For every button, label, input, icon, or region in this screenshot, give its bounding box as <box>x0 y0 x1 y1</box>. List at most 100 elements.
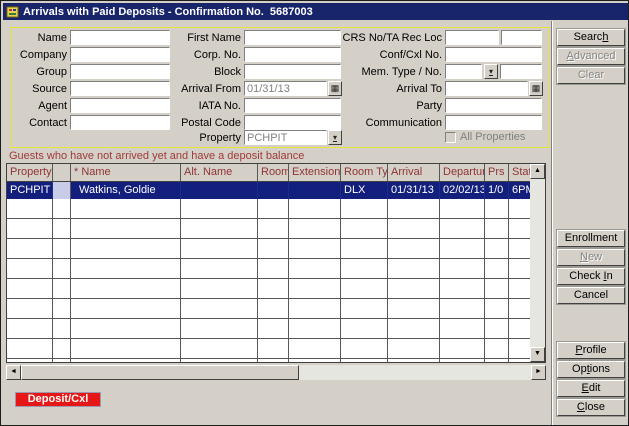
empty-cell <box>341 259 388 278</box>
conf-cxl-input[interactable] <box>445 47 542 62</box>
empty-cell <box>485 359 509 363</box>
empty-cell <box>53 259 71 278</box>
title-bar[interactable]: Arrivals with Paid Deposits - Confirmati… <box>3 3 628 20</box>
party-input[interactable] <box>445 98 542 113</box>
arrival-to-input[interactable] <box>445 81 528 96</box>
empty-cell <box>53 319 71 338</box>
table-header-room-type[interactable]: Room Type <box>341 164 388 181</box>
deposit-cxl-button[interactable]: Deposit/Cxl <box>15 392 101 407</box>
empty-cell <box>71 359 181 363</box>
scroll-down-icon[interactable]: ▼ <box>530 347 545 362</box>
empty-cell <box>341 339 388 358</box>
empty-cell <box>388 359 440 363</box>
empty-cell <box>7 319 53 338</box>
results-table: Property * NameAlt. NameRoomExtensionRoom… <box>6 163 546 363</box>
empty-cell <box>258 319 289 338</box>
crs-label: CRS No/TA Rec Loc <box>337 31 442 46</box>
communication-label: Communication <box>337 116 442 131</box>
empty-cell <box>341 199 388 218</box>
empty-cell <box>440 219 485 238</box>
table-header-property[interactable]: Property <box>7 164 53 181</box>
horizontal-scroll-thumb[interactable] <box>21 365 299 380</box>
communication-input[interactable] <box>445 115 542 130</box>
empty-cell <box>388 299 440 318</box>
empty-cell <box>388 259 440 278</box>
empty-row <box>7 279 545 299</box>
cancel-button[interactable]: Cancel <box>557 287 625 304</box>
app-window: Arrivals with Paid Deposits - Confirmati… <box>0 0 629 426</box>
table-header---name[interactable]: * Name <box>71 164 181 181</box>
empty-cell <box>7 239 53 258</box>
empty-cell <box>7 359 53 363</box>
table-row[interactable]: PCHPITWatkins, GoldieDLX01/31/1302/02/13… <box>7 182 545 199</box>
advanced-button[interactable]: Advanced <box>557 48 625 65</box>
empty-row <box>7 299 545 319</box>
empty-cell <box>181 339 258 358</box>
empty-cell <box>71 299 181 318</box>
empty-cell <box>258 199 289 218</box>
empty-cell <box>258 359 289 363</box>
app-icon <box>6 5 19 18</box>
check-in-button[interactable]: Check In <box>557 268 625 285</box>
edit-button[interactable]: Edit <box>557 380 625 397</box>
empty-cell <box>289 259 341 278</box>
table-header-departure[interactable]: Departure <box>440 164 485 181</box>
vertical-scrollbar[interactable]: ▲ ▼ <box>530 164 545 362</box>
empty-cell <box>388 219 440 238</box>
empty-cell <box>388 319 440 338</box>
empty-cell <box>388 279 440 298</box>
scroll-right-icon[interactable]: ► <box>531 365 546 380</box>
party-label: Party <box>337 99 442 114</box>
empty-cell <box>289 359 341 363</box>
empty-cell <box>341 319 388 338</box>
search-button[interactable]: Search <box>557 29 625 46</box>
empty-cell <box>71 279 181 298</box>
empty-cell <box>258 259 289 278</box>
all-properties-checkbox[interactable] <box>445 132 456 143</box>
horizontal-scrollbar[interactable]: ◄ ► <box>6 365 546 380</box>
empty-cell <box>181 359 258 363</box>
empty-cell <box>53 199 71 218</box>
table-body: PCHPITWatkins, GoldieDLX01/31/1302/02/13… <box>7 182 545 363</box>
scroll-left-icon[interactable]: ◄ <box>6 365 21 380</box>
table-header-prs[interactable]: Prs <box>485 164 509 181</box>
profile-button[interactable]: Profile <box>557 342 625 359</box>
empty-cell <box>7 199 53 218</box>
new-button[interactable]: New <box>557 249 625 266</box>
arrival-to-calendar-icon[interactable]: ▦ <box>529 81 543 96</box>
empty-cell <box>289 319 341 338</box>
field-row-conf-cxl: Conf/Cxl No. <box>1 47 629 63</box>
options-button[interactable]: Options <box>557 361 625 378</box>
empty-cell <box>7 339 53 358</box>
empty-row <box>7 259 545 279</box>
table-cell: 02/02/13 <box>440 182 485 199</box>
table-cell: 01/31/13 <box>388 182 440 199</box>
crs-no-input[interactable] <box>445 30 499 45</box>
field-row-mem-type: Mem. Type / No. ▾ <box>1 64 629 80</box>
table-header-alt--name[interactable]: Alt. Name <box>181 164 258 181</box>
ta-rec-loc-input[interactable] <box>501 30 542 45</box>
empty-cell <box>388 339 440 358</box>
empty-cell <box>289 239 341 258</box>
empty-row <box>7 239 545 259</box>
table-header-marker[interactable] <box>53 164 71 181</box>
clear-button[interactable]: Clear <box>557 67 625 84</box>
table-header-room[interactable]: Room <box>258 164 289 181</box>
table-cell: 1/0 <box>485 182 509 199</box>
empty-cell <box>440 299 485 318</box>
empty-cell <box>71 259 181 278</box>
close-button[interactable]: Close <box>557 399 625 416</box>
table-cell: PCHPIT <box>7 182 53 199</box>
scroll-up-icon[interactable]: ▲ <box>530 164 545 179</box>
enrollment-button[interactable]: Enrollment <box>557 230 625 247</box>
mem-type-dropdown-icon[interactable]: ▾ <box>484 64 498 79</box>
table-header-arrival[interactable]: Arrival <box>388 164 440 181</box>
empty-row <box>7 219 545 239</box>
mem-type-input[interactable] <box>445 64 482 79</box>
results-caption: Guests who have not arrived yet and have… <box>9 150 304 162</box>
empty-cell <box>258 239 289 258</box>
empty-cell <box>388 199 440 218</box>
empty-cell <box>71 239 181 258</box>
mem-no-input[interactable] <box>500 64 542 79</box>
table-header-extension[interactable]: Extension <box>289 164 341 181</box>
